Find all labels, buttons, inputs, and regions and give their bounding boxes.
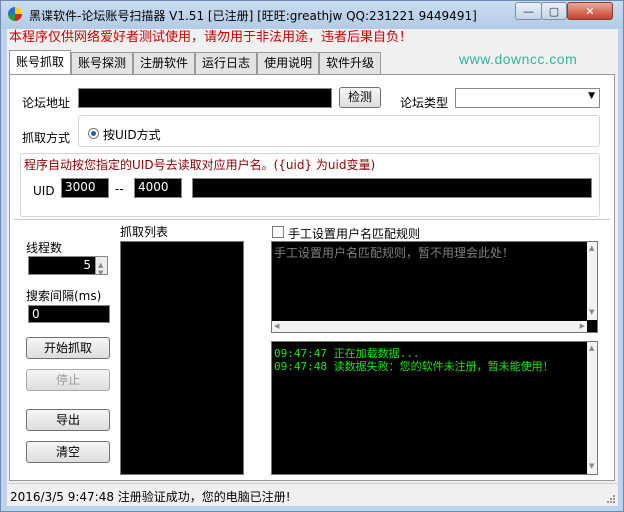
minimize-button[interactable]: — (515, 2, 542, 20)
scroll-right-icon[interactable]: ▶ (580, 322, 585, 330)
scroll-down-icon[interactable]: ▼ (589, 462, 594, 470)
export-button[interactable]: 导出 (26, 409, 110, 431)
title-bar: 黑谍软件-论坛账号扫描器 V1.51 [已注册] [旺旺:greathjw QQ… (1, 1, 623, 29)
rule-textarea[interactable]: 手工设置用户名匹配规则，暂不用理会此处！ ▲ ▼ ◀ ▶ (271, 241, 598, 333)
start-grab-button[interactable]: 开始抓取 (26, 337, 110, 359)
scroll-up-icon[interactable]: ▲ (589, 244, 594, 252)
scroll-left-icon[interactable]: ◀ (274, 322, 279, 330)
uid-separator: -- (115, 182, 124, 196)
divider (14, 219, 610, 220)
interval-input[interactable]: 0 (28, 305, 110, 323)
resize-grip-icon[interactable] (605, 493, 615, 503)
warning-text: 本程序仅供网络爱好者测试使用，请勿用于非法用途，违者后果自负！ (9, 30, 413, 45)
grab-mode-label: 抓取方式 (22, 131, 71, 145)
threads-value: 5 (83, 258, 91, 272)
threads-label: 线程数 (26, 241, 63, 255)
tab-usage[interactable]: 使用说明 (257, 52, 320, 74)
manual-rule-label: 手工设置用户名匹配规则 (288, 227, 421, 241)
threads-stepper[interactable]: 5 ▲ ▼ (28, 256, 108, 277)
window-title: 黑谍软件-论坛账号扫描器 V1.51 [已注册] [旺旺:greathjw QQ… (29, 9, 477, 23)
uid-mode-radio[interactable] (88, 128, 99, 139)
uid-group: 程序自动按您指定的UID号去读取对应用户名。({uid} 为uid变量) UID… (20, 153, 600, 217)
grab-list-title: 抓取列表 (120, 225, 169, 239)
uid-to-input[interactable]: 4000 (134, 178, 182, 198)
log-line: 09:47:48 读数据失败：您的软件未注册，暂未能使用！ (274, 360, 554, 373)
tab-register[interactable]: 注册软件 (133, 52, 196, 74)
close-button[interactable]: ✕ (567, 2, 613, 20)
status-bar: 2016/3/5 9:47:48 注册验证成功，您的电脑已注册! (7, 483, 618, 506)
app-window: 黑谍软件-论坛账号扫描器 V1.51 [已注册] [旺旺:greathjw QQ… (0, 0, 624, 512)
forum-type-select[interactable]: ▼ (455, 88, 600, 108)
stepper-down-icon[interactable]: ▼ (98, 265, 103, 281)
scroll-down-icon[interactable]: ▼ (589, 308, 594, 316)
log-vscrollbar[interactable]: ▲ ▼ (587, 342, 597, 474)
forum-type-label: 论坛类型 (400, 96, 449, 110)
status-text: 2016/3/5 9:47:48 注册验证成功，您的电脑已注册! (10, 490, 291, 504)
uid-extra-input[interactable] (192, 178, 592, 198)
uid-from-input[interactable]: 3000 (61, 178, 109, 198)
grab-list[interactable] (120, 241, 244, 475)
rule-vscrollbar[interactable]: ▲ ▼ (587, 242, 597, 320)
tab-bar: 账号抓取 账号探测 注册软件 运行日志 使用说明 软件升级 (9, 50, 382, 74)
clear-button[interactable]: 清空 (26, 441, 110, 463)
stepper-arrows[interactable]: ▲ ▼ (95, 257, 107, 277)
dropdown-arrow-icon: ▼ (588, 91, 595, 101)
rule-hscrollbar[interactable]: ◀ ▶ (272, 321, 587, 332)
forum-url-input[interactable] (78, 88, 332, 108)
app-logo-icon (8, 7, 22, 21)
brand-watermark: www.downcc.com (459, 51, 578, 67)
maximize-button[interactable]: ▢ (541, 2, 567, 20)
scroll-up-icon[interactable]: ▲ (589, 344, 594, 352)
stop-button[interactable]: 停止 (26, 369, 110, 391)
tab-upgrade[interactable]: 软件升级 (319, 52, 382, 74)
uid-hint: 程序自动按您指定的UID号去读取对应用户名。({uid} 为uid变量) (24, 158, 376, 172)
detect-button[interactable]: 检测 (339, 87, 381, 108)
tab-account-probe[interactable]: 账号探测 (71, 52, 134, 74)
grab-mode-group: 按UID方式 (78, 115, 600, 147)
client-area: 本程序仅供网络爱好者测试使用，请勿用于非法用途，违者后果自负！ 账号抓取 账号探… (7, 29, 618, 505)
uid-mode-label: 按UID方式 (103, 128, 161, 142)
grab-panel: 论坛地址 检测 论坛类型 ▼ 抓取方式 按UID方式 程序自动按您指定的UID号… (9, 74, 615, 481)
interval-label: 搜索间隔(ms) (26, 289, 102, 303)
forum-url-label: 论坛地址 (22, 96, 71, 110)
rule-placeholder: 手工设置用户名匹配规则，暂不用理会此处！ (274, 246, 515, 260)
uid-label: UID (33, 184, 55, 198)
log-panel[interactable]: 09:47:47 正在加载数据... 09:47:48 读数据失败：您的软件未注… (271, 341, 598, 475)
tab-account-grab[interactable]: 账号抓取 (9, 50, 72, 74)
tab-run-log[interactable]: 运行日志 (195, 52, 258, 74)
manual-rule-checkbox[interactable] (272, 226, 284, 238)
